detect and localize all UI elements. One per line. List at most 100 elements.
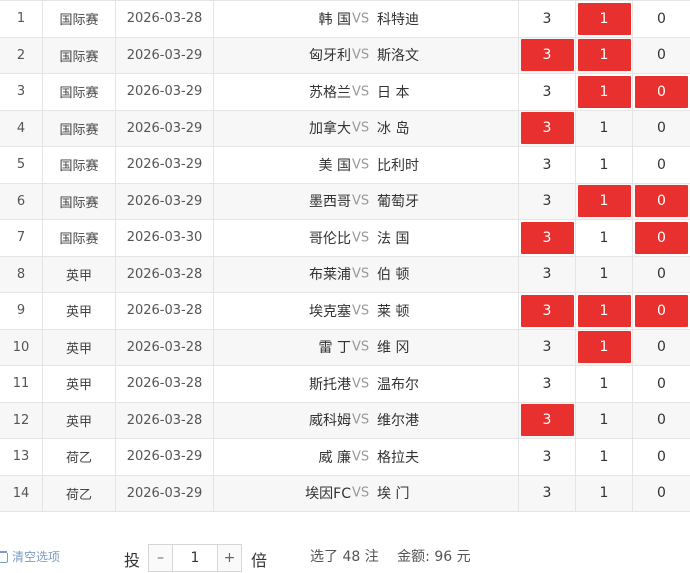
league-name: 国际赛 [43,74,116,110]
match-teams: 斯托港 VS 温布尔 [214,366,519,402]
league-name: 国际赛 [43,110,116,146]
odds-cell: 0 [633,330,690,366]
option-draw-button[interactable]: 1 [577,185,631,218]
option-win-button[interactable]: 3 [521,258,574,290]
match-date: 2026-03-28 [116,329,214,365]
option-draw-button[interactable]: 1 [578,222,631,254]
option-win-button[interactable]: 3 [520,294,574,327]
odds-cell: 1 [576,256,633,292]
vs-label: VS [352,339,370,355]
option-loss-button[interactable]: 0 [635,477,688,509]
option-win-button[interactable]: 3 [521,185,574,217]
table-row: 10 英甲 2026-03-28 雷 丁 VS 维 冈310 [0,329,690,366]
odds-cell: 0 [633,476,690,512]
league-name: 国际赛 [43,220,116,256]
home-team: 加拿大 [309,121,351,138]
option-loss-button[interactable]: 0 [635,39,688,71]
option-loss-button[interactable]: 0 [635,441,688,473]
option-loss-button[interactable]: 0 [635,404,688,436]
increment-button[interactable]: + [217,545,241,571]
home-team: 威 廉 [318,449,351,466]
odds-cell: 1 [576,183,633,219]
option-draw-button[interactable]: 1 [577,2,631,35]
table-row: 11 英甲 2026-03-28 斯托港 VS 温布尔 3 1 0 [0,366,690,403]
vs-label: VS [352,84,370,100]
away-team: 日 本 [377,84,410,101]
away-team: 维 冈 [377,340,410,357]
row-number: 7 [0,220,43,256]
away-team: 斯洛文 [377,48,419,65]
odds-cell: 1 [576,110,633,146]
league-name: 英甲 [43,256,116,292]
table-row: 12 英甲 2026-03-28 威科姆 VS 维尔港 3 1 0 [0,402,690,439]
odds-cell: 0 [633,220,690,256]
vs-label: VS [352,193,370,209]
odds-cell: 3 [519,1,576,37]
option-draw-button[interactable]: 1 [578,441,631,473]
away-team: 温布尔 [377,376,419,393]
option-loss-button[interactable]: 0 [635,112,688,144]
option-draw-button[interactable]: 1 [578,368,631,400]
option-win-button[interactable]: 3 [521,3,574,35]
odds-cell: 0 [633,439,690,475]
option-win-button[interactable]: 3 [521,477,574,509]
option-win-button[interactable]: 3 [520,404,574,437]
option-draw-button[interactable]: 1 [578,258,631,290]
match-teams: 苏格兰 VS 日 本 [214,74,519,110]
row-number: 5 [0,147,43,183]
option-draw-button[interactable]: 1 [578,149,631,181]
option-loss-button[interactable]: 0 [635,185,688,218]
option-win-button[interactable]: 3 [520,221,574,254]
option-draw-button[interactable]: 1 [577,75,631,108]
option-win-button[interactable]: 3 [520,112,574,145]
option-loss-button[interactable]: 0 [635,368,688,400]
row-number: 9 [0,293,43,329]
vs-label: VS [352,230,370,246]
option-loss-button[interactable]: 0 [635,75,688,108]
option-draw-button[interactable]: 1 [577,294,631,327]
option-draw-button[interactable]: 1 [577,331,631,364]
match-date: 2026-03-28 [116,1,214,37]
home-team: 布莱浦 [309,267,351,284]
option-loss-button[interactable]: 0 [635,294,688,327]
multiplier-input[interactable]: 1 [173,545,217,571]
option-loss-button[interactable]: 0 [635,3,688,35]
option-draw-button[interactable]: 1 [578,477,631,509]
option-draw-button[interactable]: 1 [577,39,631,72]
match-date: 2026-03-28 [116,293,214,329]
odds-cell: 3 [519,220,576,256]
odds-cell: 3 [519,110,576,146]
option-win-button[interactable]: 3 [521,368,574,400]
option-win-button[interactable]: 3 [521,76,574,108]
option-win-button[interactable]: 3 [520,39,574,72]
option-win-button[interactable]: 3 [521,441,574,473]
odds-cell: 0 [633,38,690,74]
option-loss-button[interactable]: 0 [635,221,688,254]
clear-options-label: 清空选项 [12,550,61,564]
decrement-button[interactable]: – [149,545,173,571]
odds-cell: 3 [519,74,576,110]
match-date: 2026-03-28 [116,366,214,402]
option-draw-button[interactable]: 1 [578,112,631,144]
home-team: 埃克塞 [309,303,351,320]
option-loss-button[interactable]: 0 [635,149,688,181]
option-loss-button[interactable]: 0 [635,331,688,363]
row-number: 10 [0,329,43,365]
vs-label: VS [352,266,370,282]
row-number: 1 [0,1,43,37]
option-loss-button[interactable]: 0 [635,258,688,290]
home-team: 斯托港 [309,376,351,393]
clear-options-button[interactable]: 清空选项 [0,548,60,565]
match-teams: 雷 丁 VS 维 冈 [214,329,519,365]
option-win-button[interactable]: 3 [521,149,574,181]
home-team: 韩 国 [318,11,351,28]
option-win-button[interactable]: 3 [521,331,574,363]
trash-icon [0,551,8,563]
league-name: 国际赛 [43,37,116,73]
match-date: 2026-03-29 [116,147,214,183]
option-draw-button[interactable]: 1 [578,404,631,436]
multiplier-stepper: – 1 + [148,544,242,572]
odds-cell: 1 [576,1,633,37]
match-date: 2026-03-29 [116,475,214,511]
away-team: 莱 顿 [377,303,410,320]
